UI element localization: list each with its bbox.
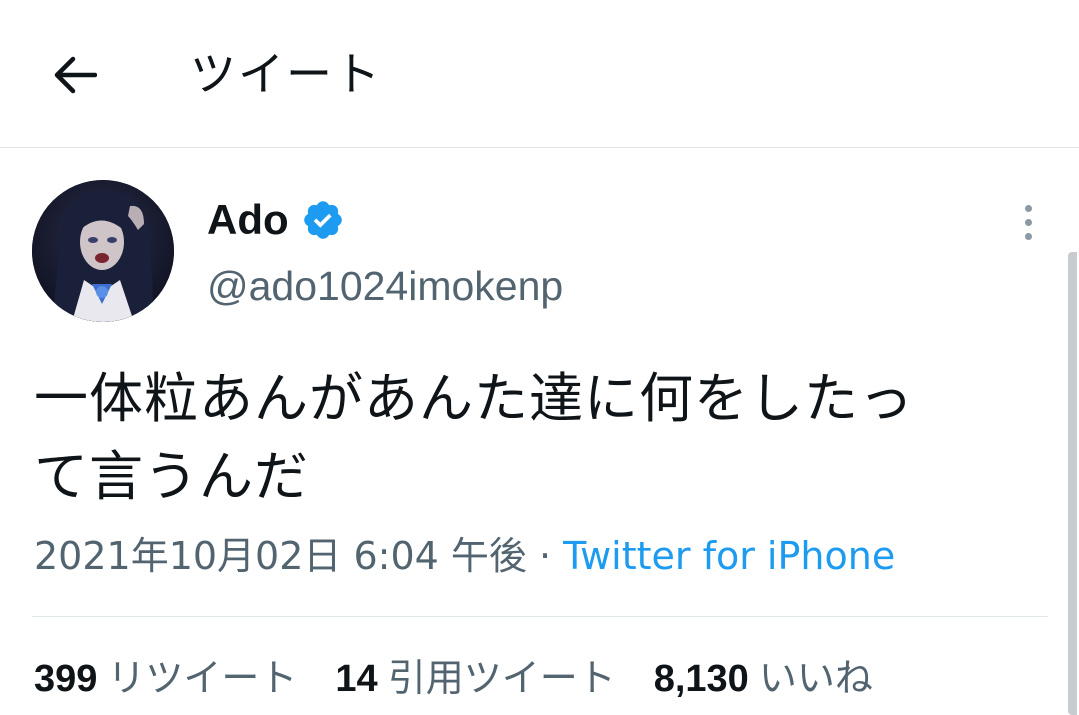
quote-count: 14 [335, 658, 378, 700]
retweets-stat[interactable]: 399 リツイート [34, 650, 297, 707]
quotes-stat[interactable]: 14 引用ツイート [335, 650, 615, 707]
top-app-bar: ツイート [0, 0, 1079, 148]
avatar-image [32, 180, 174, 322]
more-options-button[interactable] [1008, 196, 1048, 248]
verified-badge-icon [303, 201, 342, 239]
likes-stat[interactable]: 8,130 いいね [654, 650, 873, 707]
quote-label: 引用ツイート [387, 656, 616, 700]
source-link[interactable]: Twitter for iPhone [563, 534, 895, 578]
tweet-text-line: 一体粒あんがあんた達に何をしたっ [34, 367, 914, 430]
engagement-stats: 399 リツイート 14 引用ツイート 8,130 いいね [34, 650, 911, 707]
back-button[interactable] [44, 48, 104, 102]
like-label: いいね [758, 656, 873, 700]
more-dot-icon [1024, 218, 1032, 226]
retweet-label: リツイート [107, 656, 298, 700]
like-count: 8,130 [653, 658, 749, 700]
scrollbar[interactable] [1068, 252, 1077, 715]
timestamp[interactable]: 2021年10月02日 6:04 午後 [34, 534, 527, 578]
divider [32, 616, 1048, 617]
retweet-count: 399 [34, 658, 98, 700]
tweet-text: 一体粒あんがあんた達に何をしたっ て言うんだ [34, 360, 1044, 516]
more-dot-icon [1024, 232, 1032, 240]
tweet-text-line: て言うんだ [34, 445, 309, 508]
page-title: ツイート [190, 47, 382, 101]
display-name[interactable]: Ado [207, 196, 289, 244]
user-handle[interactable]: @ado1024imokenp [207, 258, 563, 314]
avatar[interactable] [32, 180, 174, 322]
more-dot-icon [1024, 204, 1032, 212]
meta-separator: · [526, 534, 564, 578]
arrow-left-icon [54, 56, 97, 94]
tweet-meta: 2021年10月02日 6:04 午後 · Twitter for iPhone [34, 528, 895, 584]
author-name-row[interactable]: Ado [207, 192, 345, 248]
